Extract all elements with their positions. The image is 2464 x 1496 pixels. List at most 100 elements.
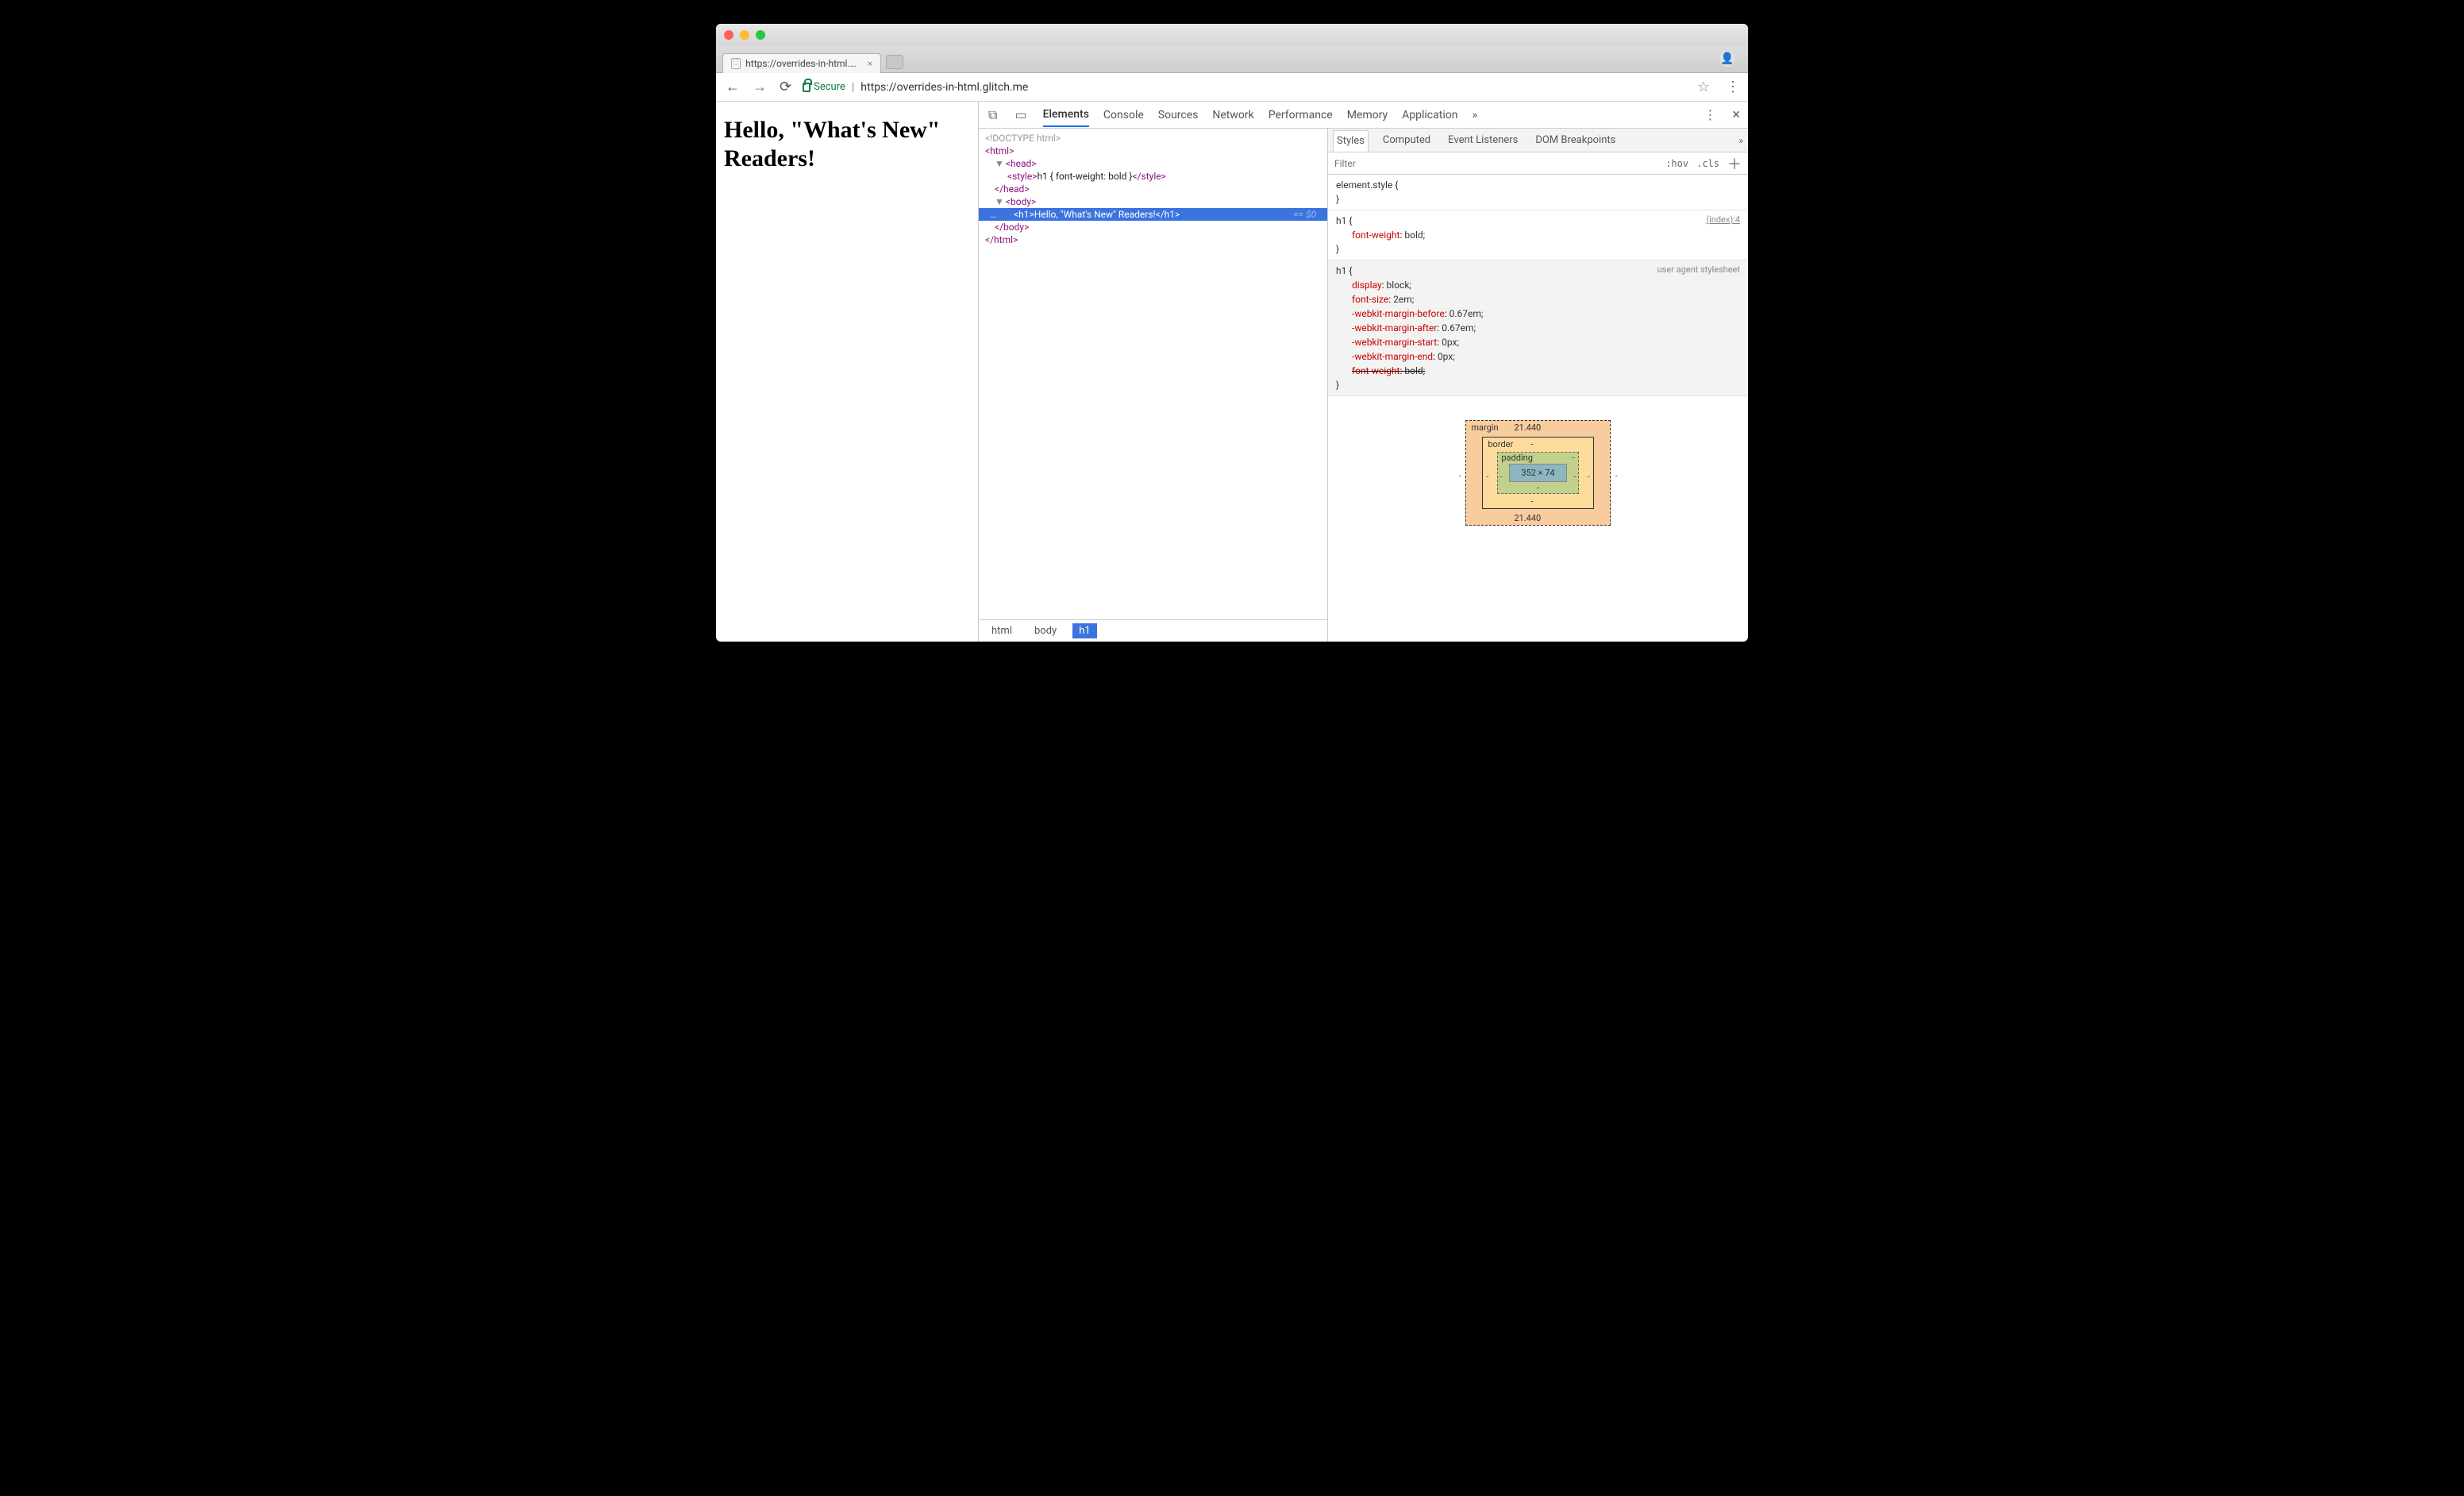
content-area: Hello, "What's New" Readers! ⧉ ▭ Element… bbox=[716, 102, 1748, 642]
box-padding-left: - bbox=[1500, 472, 1502, 482]
crumb-h1[interactable]: h1 bbox=[1072, 623, 1096, 638]
css-val: block; bbox=[1387, 280, 1411, 291]
dom-h1-close: /h1 bbox=[1161, 209, 1175, 220]
rule-close: } bbox=[1336, 242, 1740, 256]
css-val: 0px; bbox=[1438, 351, 1455, 362]
dom-tree[interactable]: <!DOCTYPE html> <html> ▼<head> <style>h1… bbox=[979, 129, 1327, 619]
box-padding-top: - bbox=[1573, 453, 1575, 463]
dom-html-open: html bbox=[990, 145, 1009, 156]
tab-network[interactable]: Network bbox=[1212, 104, 1253, 126]
dom-h1-text: Hello, "What's New" Readers! bbox=[1034, 209, 1156, 220]
box-border-left: - bbox=[1486, 472, 1488, 482]
box-padding: padding - - - - 352 × 74 bbox=[1497, 452, 1578, 494]
styles-tabbar: Styles Computed Event Listeners DOM Brea… bbox=[1328, 129, 1748, 152]
tabs-overflow-icon[interactable]: » bbox=[1472, 104, 1477, 126]
page-favicon-icon: 🗋 bbox=[731, 58, 741, 69]
reload-button[interactable]: ⟳ bbox=[778, 77, 793, 97]
css-val: 0.67em; bbox=[1450, 308, 1484, 319]
dom-selected-line[interactable]: … <h1>Hello, "What's New" Readers!</h1> … bbox=[979, 208, 1327, 221]
css-prop: -webkit-margin-start bbox=[1352, 337, 1437, 348]
styles-tab-event-listeners[interactable]: Event Listeners bbox=[1445, 130, 1521, 150]
dom-html-close: /html bbox=[990, 234, 1013, 245]
styles-filter-row: :hov .cls ＋ bbox=[1328, 152, 1748, 175]
rule-h1-author[interactable]: (index):4 h1 { font-weight: bold; } bbox=[1328, 210, 1748, 260]
bookmark-star-icon[interactable]: ☆ bbox=[1697, 79, 1710, 95]
styles-tab-styles[interactable]: Styles bbox=[1333, 130, 1369, 152]
dom-body-close: /body bbox=[999, 222, 1024, 233]
inspect-element-icon[interactable]: ⧉ bbox=[987, 106, 999, 125]
box-border: border - - - - padding - - - bbox=[1482, 437, 1593, 509]
rule-source-ua: user agent stylesheet bbox=[1657, 264, 1740, 277]
css-val: 0px; bbox=[1442, 337, 1459, 348]
tab-console[interactable]: Console bbox=[1103, 104, 1144, 126]
styles-tab-dom-breakpoints[interactable]: DOM Breakpoints bbox=[1532, 130, 1619, 150]
css-val: 2em; bbox=[1393, 294, 1414, 305]
styles-panel: Styles Computed Event Listeners DOM Brea… bbox=[1328, 129, 1748, 642]
dom-body-open: body bbox=[1011, 196, 1031, 207]
styles-tab-computed[interactable]: Computed bbox=[1380, 130, 1434, 150]
dom-gutter: … bbox=[985, 209, 1001, 220]
tab-elements[interactable]: Elements bbox=[1043, 103, 1089, 127]
css-prop: font-weight bbox=[1352, 365, 1399, 376]
back-button[interactable]: ← bbox=[724, 77, 741, 97]
macos-titlebar bbox=[716, 24, 1748, 46]
css-val: bold; bbox=[1404, 365, 1425, 376]
close-window-icon[interactable] bbox=[724, 30, 733, 40]
selector-h1-author: h1 { bbox=[1336, 214, 1740, 228]
dom-style-content: h1 { font-weight: bold } bbox=[1037, 171, 1132, 182]
css-prop: display bbox=[1352, 280, 1382, 291]
box-model: margin 21.440 - - 21.440 border - - - bbox=[1328, 396, 1748, 549]
maximize-window-icon[interactable] bbox=[756, 30, 765, 40]
new-tab-button[interactable] bbox=[886, 55, 903, 69]
new-style-rule-icon[interactable]: ＋ bbox=[1727, 153, 1742, 174]
box-padding-bottom: - bbox=[1537, 483, 1539, 493]
page-heading: Hello, "What's New" Readers! bbox=[724, 116, 970, 173]
rendered-page: Hello, "What's New" Readers! bbox=[716, 102, 978, 642]
devtools-tabbar: ⧉ ▭ Elements Console Sources Network Per… bbox=[979, 102, 1748, 129]
url-bar: ← → ⟳ Secure | https://overrides-in-html… bbox=[716, 73, 1748, 102]
val-font-weight: bold; bbox=[1404, 229, 1425, 241]
profile-avatar-icon[interactable]: 👤 bbox=[1719, 51, 1735, 67]
rule-close-ua: } bbox=[1336, 378, 1740, 392]
url-separator: | bbox=[852, 81, 854, 94]
browser-tabbar: 🗋 https://overrides-in-html.glitch… × 👤 bbox=[716, 46, 1748, 73]
rule-h1-ua[interactable]: user agent stylesheet h1 { display: bloc… bbox=[1328, 260, 1748, 396]
dom-head-close: /head bbox=[999, 183, 1024, 195]
devtools-close-icon[interactable]: × bbox=[1732, 106, 1740, 123]
cls-toggle[interactable]: .cls bbox=[1696, 158, 1719, 169]
omnibox[interactable]: Secure | https://overrides-in-html.glitc… bbox=[803, 81, 1688, 94]
lock-icon bbox=[803, 83, 810, 92]
tab-application[interactable]: Application bbox=[1402, 104, 1457, 126]
crumb-body[interactable]: body bbox=[1028, 623, 1063, 638]
url-text: https://overrides-in-html.glitch.me bbox=[860, 81, 1028, 94]
hov-toggle[interactable]: :hov bbox=[1665, 158, 1688, 169]
styles-tabs-overflow-icon[interactable]: » bbox=[1738, 135, 1743, 146]
css-prop: -webkit-margin-after bbox=[1352, 322, 1437, 334]
tab-memory[interactable]: Memory bbox=[1347, 104, 1388, 126]
elements-panel: <!DOCTYPE html> <html> ▼<head> <style>h1… bbox=[979, 129, 1328, 642]
devtools-menu-icon[interactable]: ⋮ bbox=[1702, 106, 1718, 124]
forward-button[interactable]: → bbox=[751, 77, 768, 97]
dom-h1-open: h1 bbox=[1018, 209, 1029, 220]
browser-menu-icon[interactable]: ⋮ bbox=[1726, 79, 1740, 95]
traffic-lights bbox=[724, 30, 765, 40]
crumb-html[interactable]: html bbox=[985, 623, 1018, 638]
dom-doctype: <!DOCTYPE html> bbox=[985, 133, 1061, 144]
browser-tab[interactable]: 🗋 https://overrides-in-html.glitch… × bbox=[722, 53, 881, 73]
box-padding-right: - bbox=[1574, 472, 1577, 482]
box-content: 352 × 74 bbox=[1509, 464, 1566, 482]
device-toolbar-icon[interactable]: ▭ bbox=[1013, 106, 1028, 124]
secure-label: Secure bbox=[814, 81, 845, 93]
rule-source-link[interactable]: (index):4 bbox=[1706, 214, 1740, 225]
css-rules: element.style { } (index):4 h1 { font-we… bbox=[1328, 175, 1748, 642]
minimize-window-icon[interactable] bbox=[740, 30, 749, 40]
devtools-panel: ⧉ ▭ Elements Console Sources Network Per… bbox=[978, 102, 1748, 642]
tab-performance[interactable]: Performance bbox=[1269, 104, 1333, 126]
styles-filter-input[interactable] bbox=[1334, 158, 1657, 169]
devtools-body: <!DOCTYPE html> <html> ▼<head> <style>h1… bbox=[979, 129, 1748, 642]
box-border-right: - bbox=[1588, 472, 1590, 482]
box-margin-bottom: 21.440 bbox=[1514, 513, 1541, 523]
tab-close-icon[interactable]: × bbox=[868, 58, 872, 69]
tab-sources[interactable]: Sources bbox=[1158, 104, 1199, 126]
rule-element-style[interactable]: element.style { } bbox=[1328, 175, 1748, 210]
